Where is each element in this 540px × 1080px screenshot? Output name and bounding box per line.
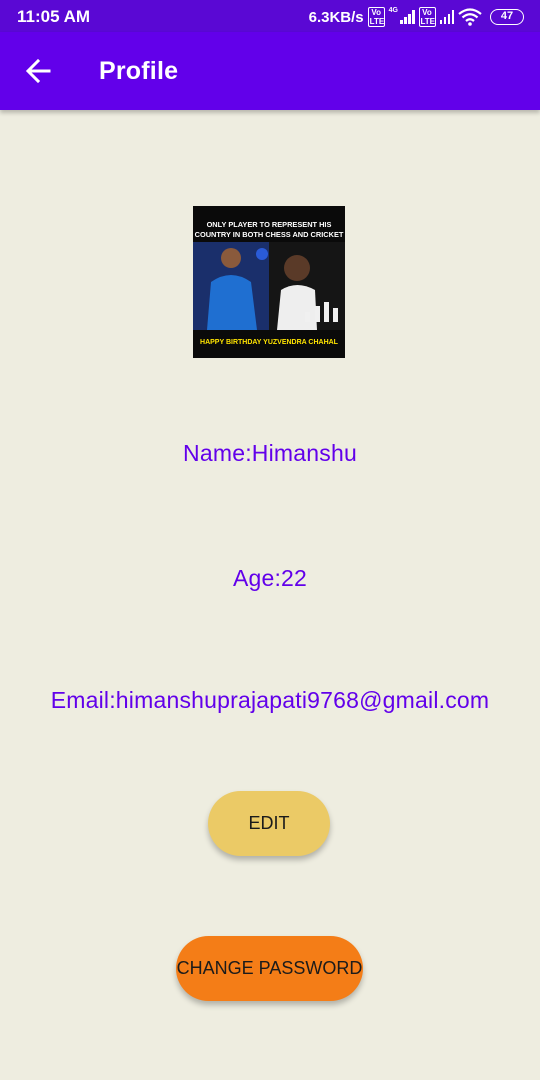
edit-button[interactable]: EDIT (208, 791, 330, 856)
profile-image: ONLY PLAYER TO REPRESENT HIS COUNTRY IN … (193, 206, 345, 358)
profile-age: Age:22 (232, 565, 308, 591)
change-password-button[interactable]: CHANGE PASSWORD (176, 936, 363, 1001)
profile-name: Name:Himanshu (183, 440, 357, 466)
status-bar: 11:05 AM 6.3KB/s Vo LTE 4G Vo LTE 47 (0, 0, 540, 32)
wifi-icon (458, 8, 482, 26)
app-bar: Profile (0, 32, 540, 110)
page-title: Profile (99, 57, 179, 85)
network-type: 4G (388, 7, 398, 14)
signal-icon (400, 10, 415, 24)
profile-email: Email:himanshuprajapati9768@gmail.com (50, 687, 490, 713)
battery-icon: 47 (490, 9, 524, 25)
back-button[interactable] (22, 55, 54, 87)
signal-icon-2 (439, 10, 454, 24)
arrow-back-icon (25, 58, 51, 84)
network-speed: 6.3KB/s (308, 8, 364, 26)
poster-picture (193, 242, 345, 330)
volte-icon: Vo LTE (367, 7, 385, 27)
status-time: 11:05 AM (17, 7, 91, 26)
status-icons: 6.3KB/s Vo LTE 4G Vo LTE 47 (309, 7, 524, 27)
volte-icon-2: Vo LTE (418, 7, 436, 27)
poster-footer: HAPPY BIRTHDAY YUZVENDRA CHAHAL (200, 339, 338, 346)
